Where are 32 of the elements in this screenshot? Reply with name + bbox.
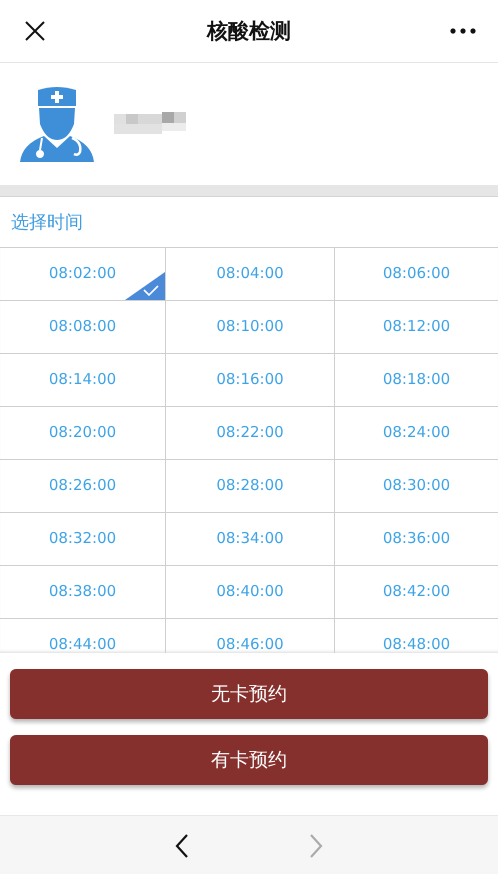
blurred-name-drawing xyxy=(114,112,186,136)
booking-button[interactable]: 无卡预约 xyxy=(10,669,488,719)
time-slot[interactable]: 08:30:00 xyxy=(335,460,498,513)
time-slot[interactable]: 08:02:00 xyxy=(0,248,166,301)
time-slot[interactable]: 08:18:00 xyxy=(335,354,498,407)
time-slot[interactable]: 08:24:00 xyxy=(335,407,498,460)
time-slot[interactable]: 08:28:00 xyxy=(166,460,335,513)
time-slot[interactable]: 08:26:00 xyxy=(0,460,166,513)
more-icon xyxy=(450,28,476,34)
page-title: 核酸检测 xyxy=(205,18,292,45)
forward-chevron-icon xyxy=(308,833,324,859)
close-icon xyxy=(24,20,46,42)
time-slot[interactable]: 08:04:00 xyxy=(166,248,335,301)
time-slot[interactable]: 08:20:00 xyxy=(0,407,166,460)
time-slot[interactable]: 08:22:00 xyxy=(166,407,335,460)
time-slot[interactable]: 08:08:00 xyxy=(0,301,166,354)
back-chevron-icon xyxy=(174,833,190,859)
time-slot[interactable]: 08:32:00 xyxy=(0,513,166,566)
time-slot[interactable]: 08:38:00 xyxy=(0,566,166,619)
time-slot[interactable]: 08:36:00 xyxy=(335,513,498,566)
time-slot[interactable]: 08:16:00 xyxy=(166,354,335,407)
time-slot[interactable]: 08:14:00 xyxy=(0,354,166,407)
time-slot[interactable]: 08:34:00 xyxy=(166,513,335,566)
doctor-avatar-icon xyxy=(18,84,96,164)
time-slot[interactable]: 08:42:00 xyxy=(335,566,498,619)
booking-button[interactable]: 有卡预约 xyxy=(10,735,488,785)
time-slot[interactable]: 08:10:00 xyxy=(166,301,335,354)
time-slot[interactable]: 08:06:00 xyxy=(335,248,498,301)
section-label: 选择时间 xyxy=(0,197,498,248)
check-icon xyxy=(125,272,165,300)
time-slot[interactable]: 08:12:00 xyxy=(335,301,498,354)
time-slot[interactable]: 08:40:00 xyxy=(166,566,335,619)
